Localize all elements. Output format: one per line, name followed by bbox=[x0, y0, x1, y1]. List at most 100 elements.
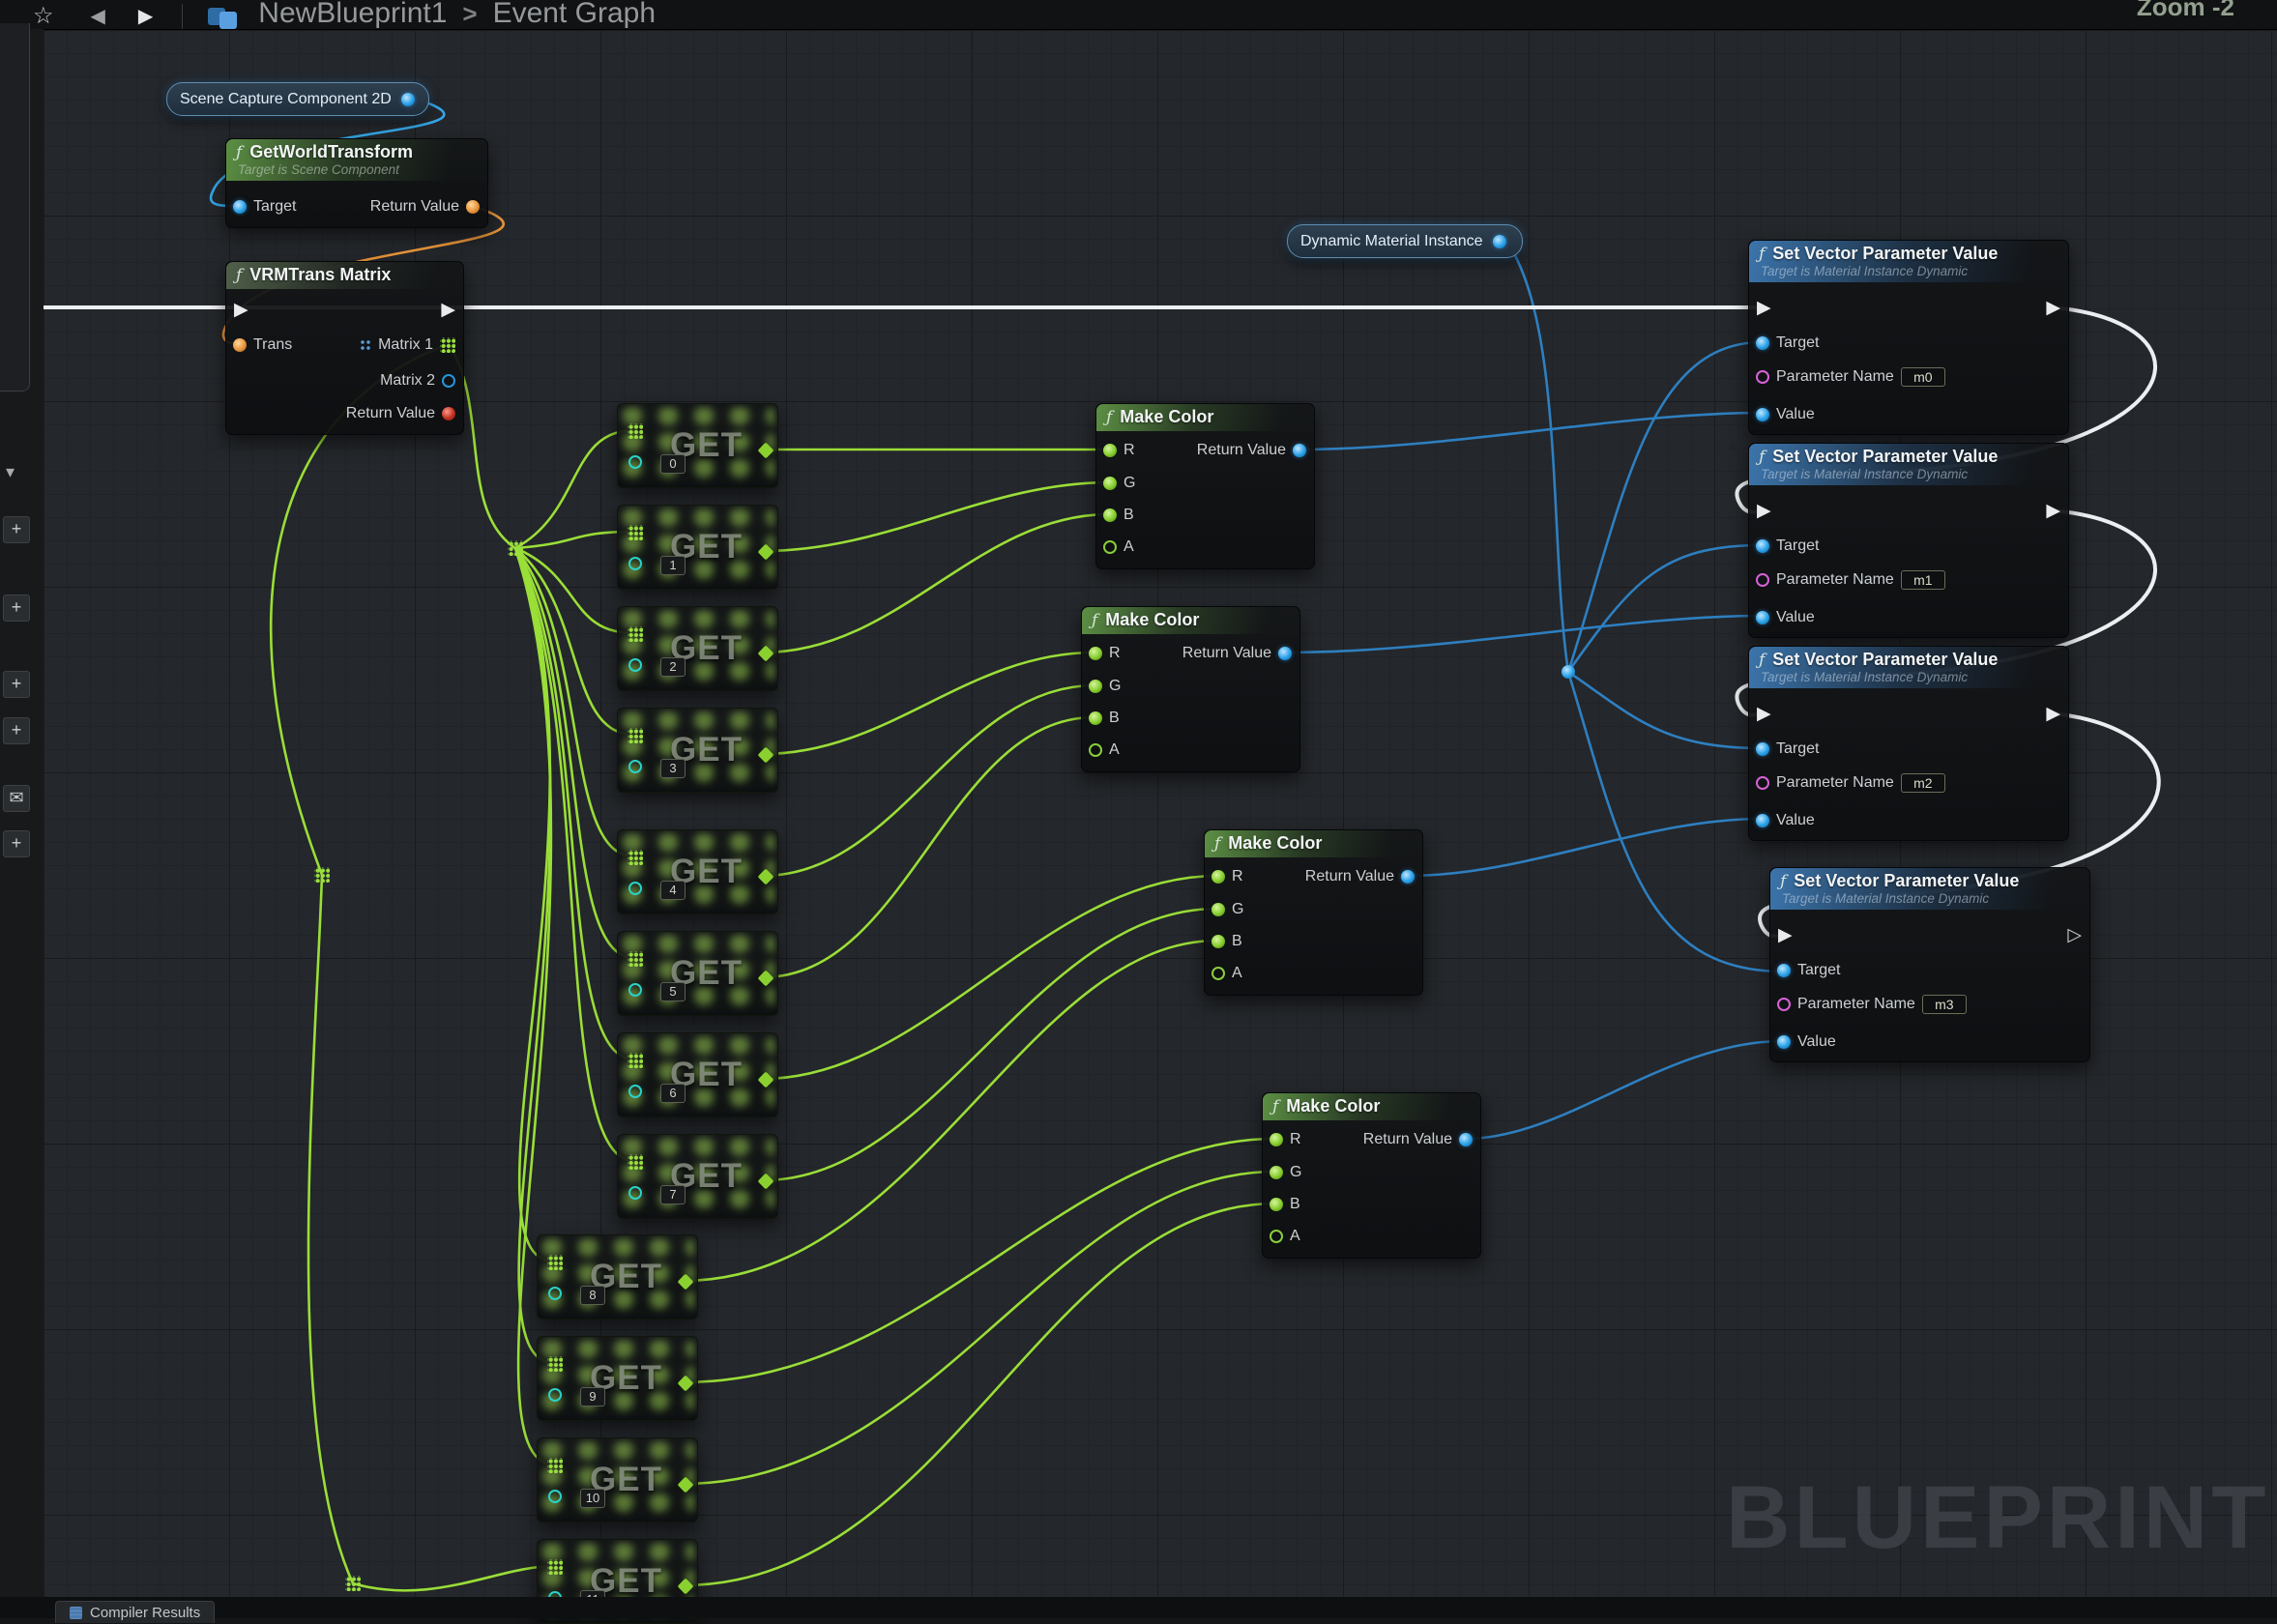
set-vector-parameter-node[interactable]: ƒ Set Vector Parameter Value Target is M… bbox=[1748, 240, 2069, 435]
a-pin[interactable] bbox=[1270, 1230, 1283, 1243]
value-pin[interactable] bbox=[1756, 408, 1769, 421]
dynamic-material-variable-node[interactable]: Dynamic Material Instance bbox=[1287, 224, 1523, 258]
parameter-name-input[interactable]: m2 bbox=[1901, 773, 1945, 793]
index-badge[interactable]: 10 bbox=[580, 1489, 605, 1508]
scene-capture-variable-node[interactable]: Scene Capture Component 2D bbox=[166, 82, 429, 116]
make-color-node[interactable]: ƒ Make Color R G B A Return Value bbox=[1262, 1092, 1481, 1259]
wire-reroute-to-target[interactable] bbox=[1568, 342, 1762, 672]
reroute-node[interactable] bbox=[314, 867, 330, 883]
array-get-node[interactable]: GET 4 bbox=[617, 829, 778, 914]
forward-arrow-icon[interactable]: ▶ bbox=[138, 4, 153, 29]
set-vector-parameter-node[interactable]: ƒ Set Vector Parameter Value Target is M… bbox=[1748, 646, 2069, 841]
parameter-name-pin[interactable] bbox=[1756, 370, 1769, 384]
parameter-name-pin[interactable] bbox=[1756, 573, 1769, 587]
exec-in-pin[interactable]: ▶ bbox=[234, 300, 248, 321]
add-button[interactable]: + bbox=[3, 830, 30, 857]
wire-get-to-makecolor[interactable] bbox=[683, 1204, 1275, 1585]
r-pin[interactable] bbox=[1089, 647, 1102, 660]
array-get-node[interactable]: GET 3 bbox=[617, 708, 778, 793]
array-get-node[interactable]: GET 0 bbox=[617, 403, 778, 488]
b-pin[interactable] bbox=[1270, 1198, 1283, 1211]
target-pin[interactable] bbox=[1756, 336, 1769, 350]
trans-input-pin[interactable] bbox=[233, 338, 247, 352]
parameter-name-pin[interactable] bbox=[1777, 998, 1791, 1011]
add-button[interactable]: + bbox=[3, 717, 30, 744]
index-badge[interactable]: 3 bbox=[660, 759, 686, 778]
add-button[interactable]: + bbox=[3, 516, 30, 543]
a-pin[interactable] bbox=[1103, 540, 1117, 554]
wire-get-to-makecolor[interactable] bbox=[763, 514, 1109, 652]
parameter-name-input[interactable]: m1 bbox=[1901, 570, 1945, 590]
vrmtrans-matrix-node[interactable]: ƒ VRMTrans Matrix ▶ ▶ Trans Matrix 1 Mat… bbox=[225, 261, 464, 435]
exec-out-pin[interactable]: ▶ bbox=[2046, 298, 2060, 319]
b-pin[interactable] bbox=[1089, 711, 1102, 725]
target-pin[interactable] bbox=[1756, 742, 1769, 756]
array-get-node[interactable]: GET 10 bbox=[537, 1437, 698, 1522]
wire-left-loop[interactable] bbox=[353, 1566, 554, 1590]
g-pin[interactable] bbox=[1211, 903, 1225, 916]
index-badge[interactable]: 0 bbox=[660, 454, 686, 474]
array-get-node[interactable]: GET 1 bbox=[617, 505, 778, 590]
wire-get-to-makecolor[interactable] bbox=[763, 876, 1217, 1079]
favorite-star-icon[interactable]: ☆ bbox=[33, 4, 54, 29]
return-value-pin[interactable] bbox=[466, 200, 480, 214]
set-vector-parameter-node[interactable]: ƒ Set Vector Parameter Value Target is M… bbox=[1748, 443, 2069, 638]
exec-out-pin[interactable]: ▷ bbox=[2067, 925, 2082, 946]
array-get-node[interactable]: GET 5 bbox=[617, 931, 778, 1016]
object-output-pin[interactable] bbox=[1493, 235, 1506, 248]
g-pin[interactable] bbox=[1270, 1166, 1283, 1179]
index-badge[interactable]: 5 bbox=[660, 982, 686, 1001]
make-color-node[interactable]: ƒ Make Color R G B A Return Value bbox=[1081, 606, 1300, 772]
breadcrumb-graph-name[interactable]: Event Graph bbox=[493, 0, 656, 29]
g-pin[interactable] bbox=[1103, 477, 1117, 490]
make-color-node[interactable]: ƒ Make Color R G B A Return Value bbox=[1204, 829, 1423, 996]
reroute-node[interactable] bbox=[508, 540, 523, 556]
make-color-node[interactable]: ƒ Make Color R G B A Return Value bbox=[1095, 403, 1315, 569]
value-pin[interactable] bbox=[1756, 814, 1769, 827]
back-arrow-icon[interactable]: ◀ bbox=[91, 4, 105, 29]
wire-color-to-value[interactable] bbox=[1299, 413, 1762, 450]
return-value-pin[interactable] bbox=[1293, 444, 1306, 457]
add-button[interactable]: + bbox=[3, 671, 30, 698]
return-value-pin[interactable] bbox=[442, 407, 455, 420]
compiler-results-tab[interactable]: Compiler Results bbox=[55, 1601, 215, 1623]
parameter-name-pin[interactable] bbox=[1756, 776, 1769, 790]
reroute-node[interactable] bbox=[345, 1576, 361, 1591]
wire-material-to-reroute[interactable] bbox=[1505, 240, 1568, 672]
set-vector-parameter-node[interactable]: ƒ Set Vector Parameter Value Target is M… bbox=[1769, 867, 2090, 1062]
mail-icon[interactable]: ✉ bbox=[3, 785, 30, 812]
exec-out-pin[interactable]: ▶ bbox=[2046, 501, 2060, 522]
wire-get-to-makecolor[interactable] bbox=[763, 482, 1109, 551]
get-world-transform-node[interactable]: ƒ GetWorldTransform Target is Scene Comp… bbox=[225, 138, 488, 228]
exec-in-pin[interactable]: ▶ bbox=[1757, 298, 1771, 319]
value-pin[interactable] bbox=[1777, 1035, 1791, 1049]
r-pin[interactable] bbox=[1270, 1133, 1283, 1146]
object-output-pin[interactable] bbox=[401, 93, 415, 106]
return-value-pin[interactable] bbox=[1278, 647, 1292, 660]
target-pin[interactable] bbox=[1756, 539, 1769, 553]
index-badge[interactable]: 2 bbox=[660, 657, 686, 677]
array-get-node[interactable]: GET 9 bbox=[537, 1336, 698, 1421]
index-badge[interactable]: 4 bbox=[660, 881, 686, 900]
array-get-node[interactable]: GET 2 bbox=[617, 606, 778, 691]
add-button[interactable]: + bbox=[3, 594, 30, 622]
parameter-name-input[interactable]: m0 bbox=[1901, 367, 1945, 387]
index-badge[interactable]: 9 bbox=[580, 1387, 605, 1406]
wire-get-to-makecolor[interactable] bbox=[763, 652, 1095, 754]
reroute-node[interactable] bbox=[1562, 665, 1575, 679]
exec-in-pin[interactable]: ▶ bbox=[1757, 501, 1771, 522]
array-get-node[interactable]: GET 8 bbox=[537, 1234, 698, 1320]
b-pin[interactable] bbox=[1211, 935, 1225, 948]
matrix2-output-pin[interactable] bbox=[442, 374, 455, 388]
wire-reroute-to-target[interactable] bbox=[1568, 672, 1762, 748]
exec-in-pin[interactable]: ▶ bbox=[1757, 704, 1771, 725]
return-value-pin[interactable] bbox=[1401, 870, 1415, 884]
exec-in-pin[interactable]: ▶ bbox=[1778, 925, 1793, 946]
wire-color-to-value[interactable] bbox=[1285, 616, 1762, 652]
target-pin[interactable] bbox=[1777, 964, 1791, 977]
index-badge[interactable]: 8 bbox=[580, 1286, 605, 1305]
wire-left-loop[interactable] bbox=[308, 875, 353, 1583]
exec-out-pin[interactable]: ▶ bbox=[2046, 704, 2060, 725]
r-pin[interactable] bbox=[1211, 870, 1225, 884]
chevron-down-icon[interactable]: ▾ bbox=[6, 462, 15, 482]
